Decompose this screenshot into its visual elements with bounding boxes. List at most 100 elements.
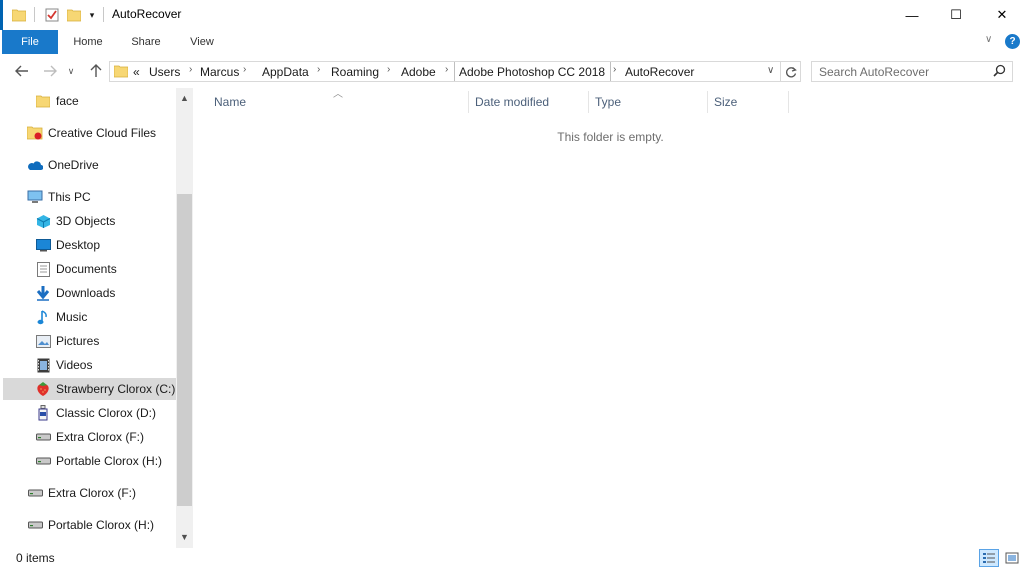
breadcrumb-appdata[interactable]: AppData: [262, 65, 309, 79]
breadcrumb-adobe[interactable]: Adobe: [401, 65, 436, 79]
videos-icon: [35, 357, 51, 373]
scroll-down-chevron-icon[interactable]: ▼: [176, 529, 193, 545]
ribbon-tabs: File Home Share View ∨ ?: [0, 30, 1025, 54]
drive-icon: [27, 517, 43, 533]
nav-item-label: This PC: [48, 190, 91, 204]
tab-view[interactable]: View: [181, 30, 223, 54]
address-bar[interactable]: « Users › Marcus › AppData › Roaming › A…: [109, 61, 781, 82]
nav-item-music[interactable]: Music: [35, 306, 87, 328]
large-icons-view-icon: [1005, 552, 1019, 564]
3d-objects-icon: [35, 213, 51, 229]
details-view-button[interactable]: [979, 549, 999, 567]
nav-item-face[interactable]: face: [35, 90, 79, 112]
nav-item-onedrive[interactable]: OneDrive: [27, 154, 99, 176]
column-header-size[interactable]: Size: [708, 88, 788, 116]
file-list[interactable]: ︿ Name Date modified Type Size This fold…: [193, 88, 1025, 548]
up-button[interactable]: [86, 62, 106, 80]
breadcrumb-overflow[interactable]: «: [133, 65, 140, 79]
recent-locations-chevron-icon[interactable]: ∨: [64, 62, 78, 80]
nav-scrollbar[interactable]: ▲ ▼: [176, 88, 193, 548]
music-icon: [35, 309, 51, 325]
folder-icon: [35, 93, 51, 109]
minimize-button[interactable]: —: [889, 0, 935, 30]
close-button[interactable]: ✕: [979, 0, 1025, 30]
bottle-drive-icon: [35, 405, 51, 421]
column-divider[interactable]: [788, 91, 789, 113]
nav-item-downloads[interactable]: Downloads: [35, 282, 115, 304]
nav-item-portable-clorox-h-2[interactable]: Portable Clorox (H:): [27, 514, 154, 536]
strawberry-drive-icon: [35, 381, 51, 397]
customize-toolbar-chevron-icon[interactable]: ▾: [86, 6, 98, 24]
back-button[interactable]: [12, 62, 32, 80]
nav-item-3d-objects[interactable]: 3D Objects: [35, 210, 115, 232]
breadcrumb-separator-icon[interactable]: ›: [189, 64, 192, 75]
drive-icon: [35, 429, 51, 445]
breadcrumb-photoshop[interactable]: Adobe Photoshop CC 2018: [459, 65, 605, 79]
breadcrumb-separator-icon[interactable]: ›: [243, 64, 246, 75]
nav-item-strawberry-clorox-c[interactable]: Strawberry Clorox (C:): [3, 378, 176, 400]
large-icons-view-button[interactable]: [1002, 549, 1022, 567]
nav-item-label: Extra Clorox (F:): [48, 486, 137, 500]
tab-share[interactable]: Share: [123, 30, 169, 54]
column-header-type[interactable]: Type: [589, 88, 707, 116]
nav-item-extra-clorox-f-2[interactable]: Extra Clorox (F:): [27, 482, 136, 504]
maximize-button[interactable]: ☐: [933, 0, 979, 30]
folder-icon[interactable]: [11, 6, 27, 24]
breadcrumb-marcus[interactable]: Marcus: [200, 65, 239, 79]
help-icon[interactable]: ?: [1005, 34, 1020, 49]
nav-item-label: Videos: [56, 358, 93, 372]
search-input[interactable]: [819, 64, 989, 79]
desktop-icon: [35, 237, 51, 253]
nav-item-label: Classic Clorox (D:): [56, 406, 157, 420]
refresh-button[interactable]: [781, 61, 801, 82]
status-bar: 0 items: [0, 548, 1025, 568]
breadcrumb-separator-icon[interactable]: ›: [613, 64, 616, 75]
nav-item-label: Creative Cloud Files: [48, 126, 157, 140]
column-header-name[interactable]: Name: [208, 88, 468, 116]
pictures-icon: [35, 333, 51, 349]
documents-icon: [35, 261, 51, 277]
address-dropdown-chevron-icon[interactable]: ∨: [767, 65, 774, 76]
column-header-date-modified[interactable]: Date modified: [469, 88, 589, 116]
nav-item-label: Extra Clorox (F:): [56, 430, 145, 444]
nav-item-label: Desktop: [56, 238, 101, 252]
nav-item-label: Strawberry Clorox (C:): [56, 382, 176, 396]
breadcrumb-autorecover[interactable]: AutoRecover: [625, 65, 694, 79]
breadcrumb-roaming[interactable]: Roaming: [331, 65, 379, 79]
breadcrumb-separator-icon[interactable]: ›: [445, 64, 448, 75]
nav-item-portable-clorox-h[interactable]: Portable Clorox (H:): [35, 450, 162, 472]
forward-button[interactable]: [40, 62, 60, 80]
tab-home[interactable]: Home: [64, 30, 112, 54]
expand-ribbon-chevron-icon[interactable]: ∨: [985, 34, 992, 45]
scrollbar-thumb[interactable]: [177, 194, 192, 506]
search-box[interactable]: [811, 61, 1013, 82]
navigation-pane: face Creative Cloud Files OneDrive This …: [0, 88, 193, 548]
new-folder-icon[interactable]: [66, 6, 82, 24]
search-icon[interactable]: [993, 64, 1006, 80]
nav-item-label: OneDrive: [48, 158, 99, 172]
nav-item-videos[interactable]: Videos: [35, 354, 92, 376]
empty-folder-message: This folder is empty.: [557, 130, 664, 144]
scroll-up-chevron-icon[interactable]: ▲: [176, 90, 193, 106]
nav-item-this-pc[interactable]: This PC: [27, 186, 91, 208]
nav-item-label: Portable Clorox (H:): [48, 518, 155, 532]
nav-item-pictures[interactable]: Pictures: [35, 330, 99, 352]
title-bar: ▾ AutoRecover — ☐ ✕: [0, 0, 1025, 30]
tab-file[interactable]: File: [2, 30, 58, 54]
details-view-icon: [983, 553, 995, 563]
nav-item-creative-cloud-files[interactable]: Creative Cloud Files: [27, 122, 156, 144]
nav-item-classic-clorox-d[interactable]: Classic Clorox (D:): [35, 402, 156, 424]
nav-item-documents[interactable]: Documents: [35, 258, 117, 280]
nav-item-label: Documents: [56, 262, 117, 276]
nav-item-label: Downloads: [56, 286, 116, 300]
nav-item-desktop[interactable]: Desktop: [35, 234, 100, 256]
nav-item-label: Portable Clorox (H:): [56, 454, 163, 468]
nav-item-extra-clorox-f[interactable]: Extra Clorox (F:): [35, 426, 144, 448]
properties-icon[interactable]: [44, 6, 60, 24]
nav-item-label: Pictures: [56, 334, 100, 348]
breadcrumb-users[interactable]: Users: [149, 65, 180, 79]
window-title: AutoRecover: [112, 7, 182, 21]
breadcrumb-separator-icon[interactable]: ›: [387, 64, 390, 75]
creative-cloud-folder-icon: [27, 125, 43, 141]
breadcrumb-separator-icon[interactable]: ›: [317, 64, 320, 75]
